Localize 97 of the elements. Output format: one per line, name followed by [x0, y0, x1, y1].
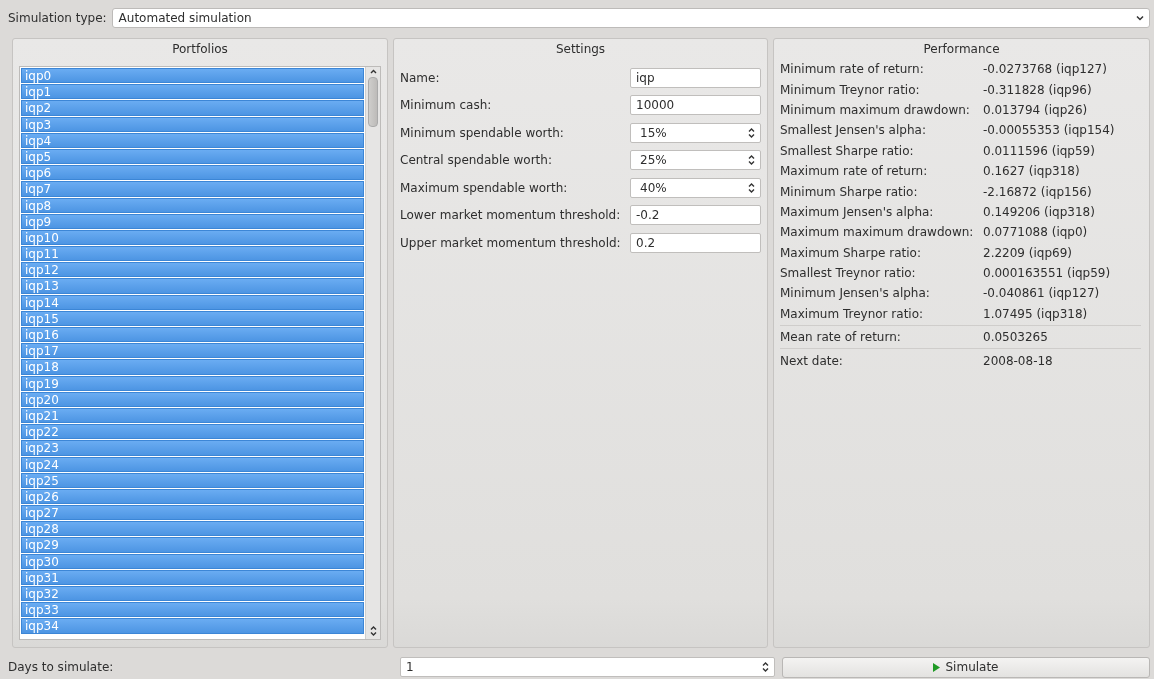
scrollbar[interactable]	[365, 67, 380, 639]
list-item[interactable]: iqp24	[21, 456, 364, 472]
spin-box[interactable]: 25%	[630, 150, 761, 171]
input-field[interactable]: 10000	[630, 95, 761, 116]
stat-label: Minimum Jensen's alpha:	[780, 286, 931, 301]
stat-label: Smallest Treynor ratio:	[780, 266, 917, 281]
list-item[interactable]: iqp17	[21, 343, 364, 359]
list-item[interactable]: iqp6	[21, 165, 364, 181]
stat-label: Smallest Jensen's alpha:	[780, 123, 927, 138]
scroll-up-icon[interactable]	[369, 69, 377, 74]
field-label: Days to simulate:	[8, 660, 115, 674]
stat-value: -0.0273768 (iqp127)	[983, 62, 1107, 77]
list-item[interactable]: iqp1	[21, 84, 364, 100]
spin-arrows-icon[interactable]	[369, 625, 377, 637]
list-item[interactable]: iqp13	[21, 278, 364, 294]
field-label: Name:	[400, 70, 440, 85]
stat-label: Smallest Sharpe ratio:	[780, 143, 915, 158]
stat-value: -0.040861 (iqp127)	[983, 286, 1100, 301]
list-item[interactable]: iqp0	[21, 68, 364, 84]
simulation-type-dropdown[interactable]: Automated simulation	[111, 8, 1150, 28]
field-label: Maximum spendable worth:	[400, 180, 568, 195]
stat-label: Maximum Sharpe ratio:	[780, 245, 922, 260]
list-item[interactable]: iqp4	[21, 132, 364, 148]
stat-value: 2008-08-18	[983, 353, 1053, 368]
list-item[interactable]: iqp3	[21, 116, 364, 132]
stat-value: 0.1627 (iqp318)	[983, 164, 1080, 179]
list-item[interactable]: iqp27	[21, 505, 364, 521]
stat-value: 0.149206 (iqp318)	[983, 204, 1095, 219]
stat-label: Next date:	[780, 353, 844, 368]
stat-label: Maximum Treynor ratio:	[780, 306, 925, 321]
list-item[interactable]: iqp16	[21, 327, 364, 343]
list-item[interactable]: iqp34	[21, 618, 364, 634]
stat-label: Minimum Sharpe ratio:	[780, 184, 919, 199]
list-item[interactable]: iqp31	[21, 569, 364, 585]
input-field[interactable]: -0.2	[630, 205, 761, 226]
spin-arrows-icon[interactable]	[748, 126, 755, 139]
list-item[interactable]: iqp21	[21, 407, 364, 424]
stat-value: 1.07495 (iqp318)	[983, 306, 1088, 321]
stat-value: 2.2209 (iqp69)	[983, 245, 1072, 260]
list-item[interactable]: iqp14	[21, 294, 364, 310]
spin-arrows-icon[interactable]	[748, 154, 755, 167]
list-item[interactable]: iqp23	[21, 440, 364, 456]
list-item[interactable]: iqp2	[21, 100, 364, 116]
simulate-button[interactable]: Simulate	[782, 656, 1150, 678]
stat-label: Mean rate of return:	[780, 330, 902, 345]
chevron-down-icon	[1136, 15, 1144, 21]
stat-label: Maximum Jensen's alpha:	[780, 204, 935, 219]
stat-label: Minimum Treynor ratio:	[780, 82, 921, 97]
spin-box[interactable]: 40%	[630, 177, 761, 198]
list-item[interactable]: iqp11	[21, 246, 364, 262]
list-item[interactable]: iqp26	[21, 488, 364, 505]
list-item[interactable]: iqp5	[21, 148, 364, 165]
field-label: Simulation type:	[8, 11, 107, 25]
stat-value: 0.000163551 (iqp59)	[983, 266, 1111, 281]
list-item[interactable]: iqp25	[21, 472, 364, 488]
list-item[interactable]: iqp12	[21, 262, 364, 278]
input-field[interactable]: 0.2	[630, 232, 761, 253]
stat-value: -0.00055353 (iqp154)	[983, 123, 1115, 138]
stat-label: Minimum maximum drawdown:	[780, 102, 971, 117]
list-item[interactable]: iqp30	[21, 553, 364, 569]
list-item[interactable]: iqp18	[21, 359, 364, 375]
scrollbar-thumb[interactable]	[368, 77, 378, 127]
list-item[interactable]: iqp7	[21, 181, 364, 197]
play-icon	[933, 662, 941, 672]
list-item[interactable]: iqp22	[21, 424, 364, 440]
stat-value: 0.0503265	[983, 330, 1048, 345]
list-item[interactable]: iqp9	[21, 213, 364, 229]
stat-value: -2.16872 (iqp156)	[983, 184, 1092, 199]
list-item[interactable]: iqp20	[21, 391, 364, 407]
list-item[interactable]: iqp28	[21, 521, 364, 537]
panel-title: Portfolios	[172, 42, 228, 56]
stat-label: Minimum rate of return:	[780, 62, 925, 77]
stat-label: Maximum maximum drawdown:	[780, 225, 975, 240]
spin-arrows-icon[interactable]	[762, 661, 769, 673]
spin-box[interactable]: 1	[400, 657, 775, 677]
input-field[interactable]: iqp	[630, 67, 761, 88]
list-item[interactable]: iqp29	[21, 537, 364, 553]
spin-box[interactable]: 15%	[630, 122, 761, 143]
panel-title: Performance	[923, 42, 1000, 56]
stat-value: 0.0111596 (iqp59)	[983, 143, 1095, 158]
list-item[interactable]: iqp8	[21, 197, 364, 213]
field-label: Minimum cash:	[400, 98, 492, 113]
list-item[interactable]: iqp33	[21, 602, 364, 618]
list-item[interactable]: iqp19	[21, 375, 364, 391]
spin-arrows-icon[interactable]	[748, 181, 755, 194]
list-item[interactable]: iqp32	[21, 586, 364, 602]
field-label: Lower market momentum threshold:	[400, 208, 621, 223]
stat-value: 0.0771088 (iqp0)	[983, 225, 1088, 240]
list-item[interactable]: iqp10	[21, 229, 364, 246]
field-label: Minimum spendable worth:	[400, 125, 564, 140]
stat-value: -0.311828 (iqp96)	[983, 82, 1092, 97]
list-item[interactable]: iqp15	[21, 310, 364, 326]
stat-label: Maximum rate of return:	[780, 164, 929, 179]
field-label: Upper market momentum threshold:	[400, 235, 621, 250]
field-label: Central spendable worth:	[400, 153, 552, 168]
panel-title: Settings	[555, 42, 606, 56]
stat-value: 0.013794 (iqp26)	[983, 102, 1088, 117]
